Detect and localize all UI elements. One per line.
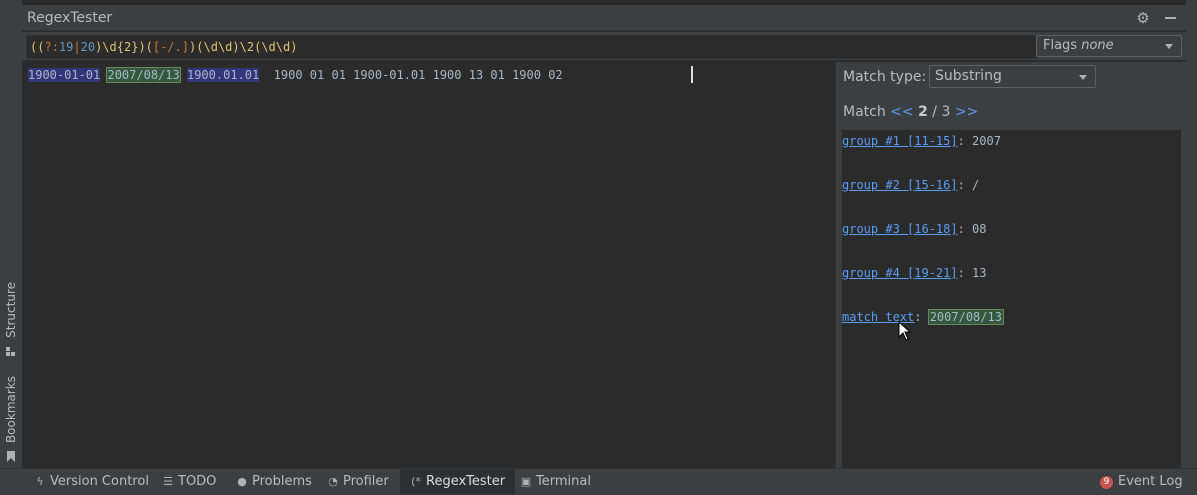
- tab-label: Version Control: [50, 474, 149, 489]
- test-text-line: 1900-01-01 2007/08/13 1900.01.01 1900 01…: [28, 67, 563, 84]
- current-match-number: 2: [918, 104, 928, 120]
- groups-list: group #1 [11-15]: 2007 group #2 [15-16]:…: [842, 130, 1181, 468]
- group-row: group #3 [16-18]: 08: [842, 222, 987, 236]
- regex-token: (: [145, 40, 153, 54]
- regex-token: 19: [58, 40, 74, 54]
- regex-token: 20: [80, 40, 96, 54]
- mouse-pointer-icon: [898, 321, 912, 341]
- group-value: 13: [972, 266, 987, 280]
- regex-token: (: [196, 40, 204, 54]
- branch-icon: ϟ: [36, 475, 44, 488]
- regex-token: \d\d: [261, 40, 291, 54]
- tab-terminal[interactable]: ▣ Terminal: [520, 469, 591, 494]
- regex-token: ): [290, 40, 298, 54]
- group-row: group #2 [15-16]: /: [842, 178, 980, 192]
- structure-tab[interactable]: Structure: [0, 282, 22, 356]
- chevron-down-icon: [1079, 75, 1087, 80]
- tab-todo[interactable]: ☰ TODO: [162, 469, 216, 494]
- left-tool-stripe: Structure Bookmarks: [0, 0, 23, 468]
- flags-label: Flags: [1043, 38, 1078, 53]
- tab-label: Terminal: [536, 474, 591, 489]
- group-link[interactable]: group #3 [16-18]: [842, 222, 958, 236]
- event-count-badge: 9: [1100, 476, 1113, 489]
- group-link[interactable]: group #4 [19-21]: [842, 266, 958, 280]
- profiler-icon: ◔: [328, 475, 338, 488]
- chevron-down-icon: [1165, 44, 1173, 49]
- regex-token: [-/.]: [152, 40, 190, 54]
- regex-input[interactable]: ((?:19|20)\d{2})([-/.])(\d\d)\2(\d\d): [26, 35, 1037, 59]
- regex-token: \d\d: [203, 40, 233, 54]
- test-text-editor[interactable]: 1900-01-01 2007/08/13 1900.01.01 1900 01…: [22, 62, 834, 468]
- group-value: /: [972, 178, 980, 192]
- tab-version-control[interactable]: ϟ Version Control: [34, 469, 149, 494]
- structure-icon: [6, 342, 16, 356]
- tab-label: Profiler: [343, 474, 389, 489]
- match-label: Match: [843, 104, 886, 120]
- match-text-value: 2007/08/13: [927, 309, 1004, 325]
- right-tool-stripe: [1186, 0, 1197, 468]
- tool-window-header: RegexTester ⚙: [22, 5, 1186, 31]
- minimize-icon[interactable]: [1165, 17, 1176, 19]
- bookmarks-tab-label: Bookmarks: [4, 376, 18, 444]
- group-value: 2007: [972, 134, 1001, 148]
- regex-token: {2}: [116, 40, 139, 54]
- match-text-row: match text: 2007/08/13: [842, 309, 1004, 325]
- group-link[interactable]: group #1 [11-15]: [842, 134, 958, 148]
- match-details-panel: Match type: Substring Match << 2 / 3 >> …: [835, 62, 1187, 468]
- match-type-value: Substring: [935, 68, 1002, 84]
- unmatched-text: 1900 01 01 1900-01.01 1900 13 01 1900 02: [259, 68, 563, 82]
- terminal-icon: ▣: [520, 475, 532, 488]
- group-value: 08: [972, 222, 987, 236]
- info-icon: ●: [237, 475, 247, 488]
- tab-profiler[interactable]: ◔ Profiler: [327, 469, 389, 494]
- text-caret: [691, 66, 693, 83]
- gear-icon[interactable]: ⚙: [1136, 11, 1150, 26]
- regex-icon: (*: [411, 475, 421, 488]
- bookmarks-tab[interactable]: Bookmarks: [0, 376, 22, 463]
- text-separator: [180, 68, 187, 82]
- bookmark-icon: [6, 447, 16, 463]
- regex-token: \d: [102, 40, 117, 54]
- regex-row: ((?:19|20)\d{2})([-/.])(\d\d)\2(\d\d) Fl…: [22, 32, 1186, 60]
- tool-window-title: RegexTester: [27, 10, 113, 26]
- next-match-link[interactable]: >>: [955, 104, 978, 120]
- regex-token: ?:: [44, 40, 59, 54]
- tab-label: RegexTester: [426, 474, 506, 489]
- match-total: / 3: [932, 104, 951, 120]
- flags-dropdown[interactable]: Flags none: [1036, 35, 1182, 57]
- match-type-dropdown[interactable]: Substring: [929, 65, 1096, 88]
- bottom-tool-bar: ϟ Version Control ☰ TODO ● Problems ◔ Profil…: [0, 468, 1197, 495]
- tab-label: TODO: [178, 474, 217, 489]
- group-row: group #4 [19-21]: 13: [842, 266, 987, 280]
- current-match-highlight[interactable]: 2007/08/13: [106, 67, 181, 83]
- match-navigator: Match << 2 / 3 >>: [843, 104, 978, 120]
- tab-label: Problems: [252, 474, 312, 489]
- structure-tab-label: Structure: [4, 282, 18, 338]
- match-highlight[interactable]: 1900-01-01: [28, 68, 101, 82]
- tab-regextester[interactable]: (* RegexTester: [400, 469, 516, 494]
- flags-value: none: [1081, 38, 1114, 53]
- tab-label: Event Log: [1118, 474, 1183, 489]
- match-type-label: Match type:: [843, 69, 927, 85]
- regex-token: \2: [239, 40, 255, 54]
- tab-event-log[interactable]: 9 Event Log: [1100, 469, 1183, 494]
- group-row: group #1 [11-15]: 2007: [842, 134, 1001, 148]
- group-link[interactable]: group #2 [15-16]: [842, 178, 958, 192]
- regex-token: ): [232, 40, 240, 54]
- previous-match-link[interactable]: <<: [890, 104, 913, 120]
- tab-problems[interactable]: ● Problems: [236, 469, 312, 494]
- list-icon: ☰: [163, 475, 173, 488]
- regex-token: ): [138, 40, 146, 54]
- regex-token: |: [73, 40, 81, 54]
- match-highlight[interactable]: 1900.01.01: [186, 68, 260, 82]
